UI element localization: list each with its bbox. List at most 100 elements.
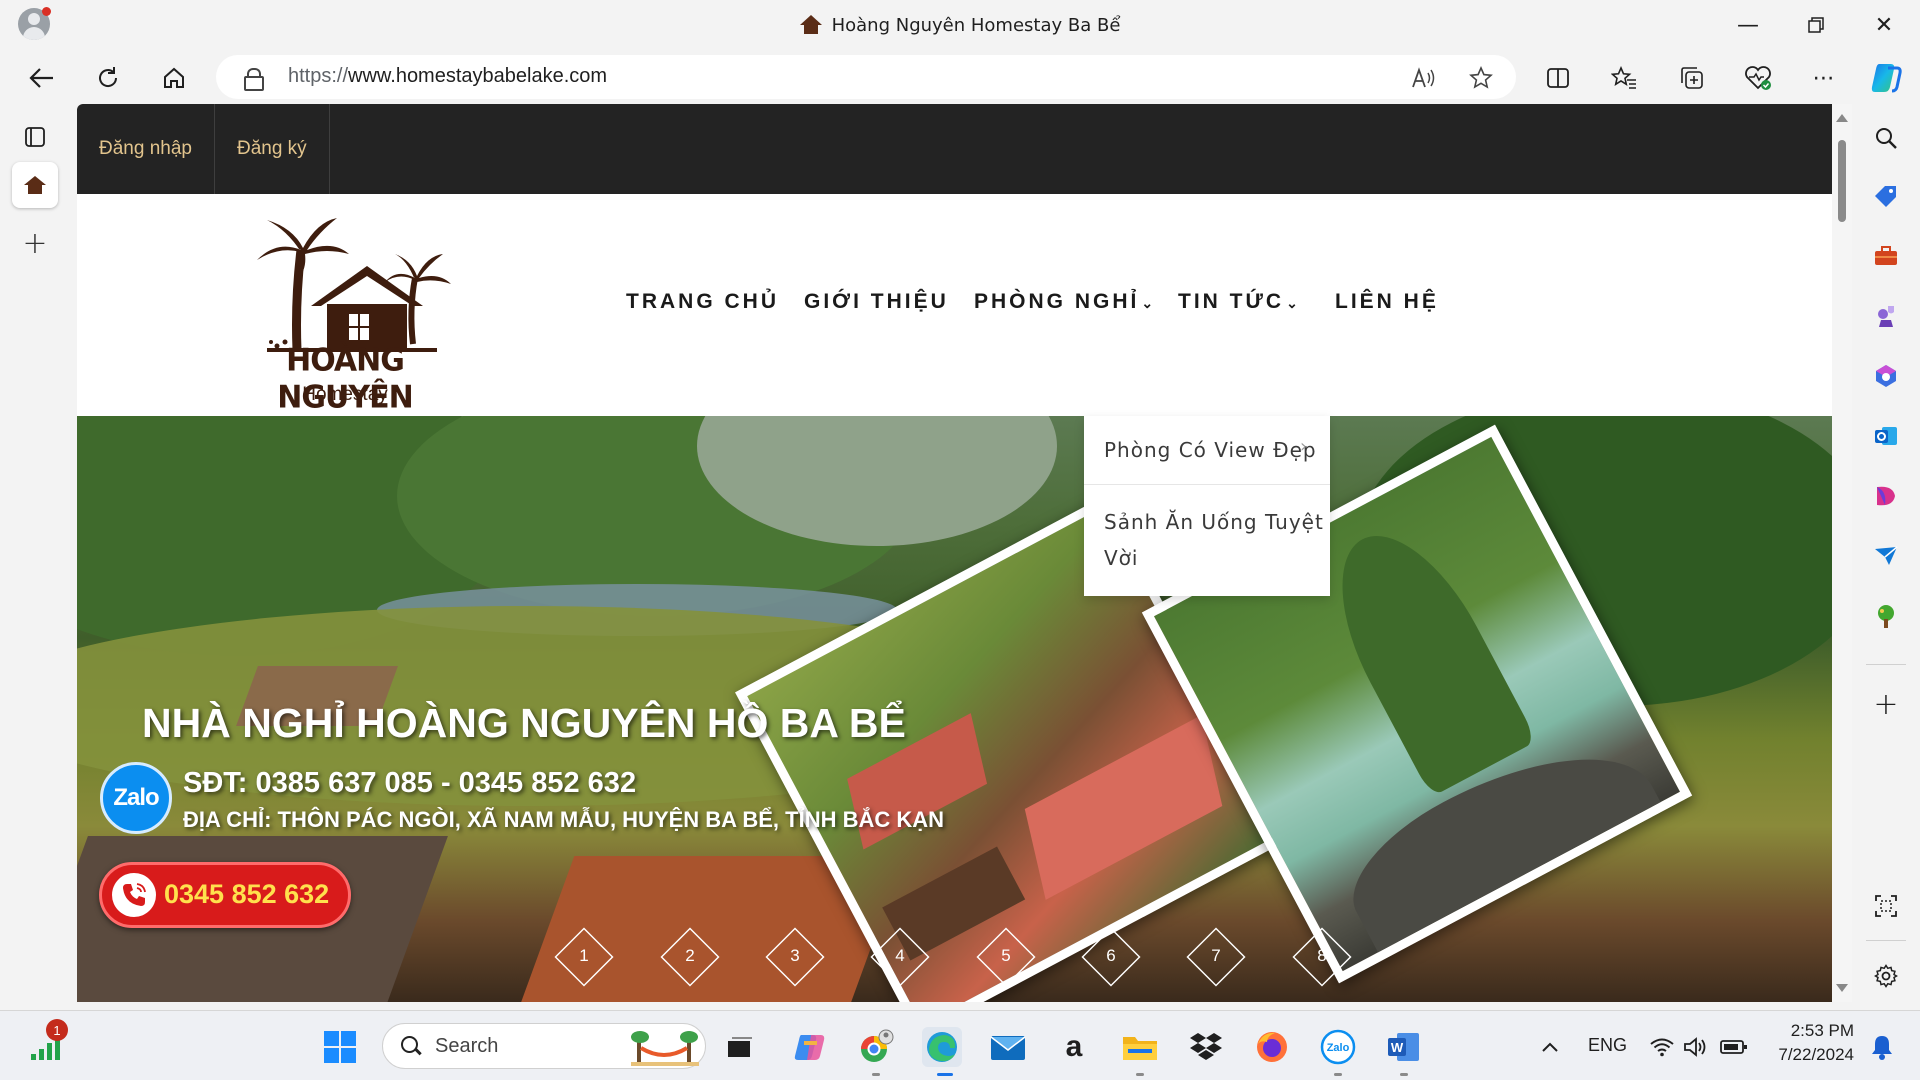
- page-scrollbar[interactable]: [1832, 104, 1852, 1002]
- slider-dot-label: 2: [685, 946, 695, 965]
- hero-address: ĐỊA CHỈ: THÔN PÁC NGÒI, XÃ NAM MẪU, HUYỆ…: [183, 807, 945, 832]
- tab-actions-button[interactable]: [12, 114, 58, 160]
- nav-item-label: PHÒNG NGHỈ: [974, 290, 1140, 313]
- start-button[interactable]: [320, 1027, 360, 1067]
- app-running-indicator: [1400, 1073, 1408, 1076]
- app-running-indicator: [1136, 1073, 1144, 1076]
- sidebar-games-icon[interactable]: [1870, 300, 1902, 332]
- hero-title: NHÀ NGHỈ HOÀNG NGUYÊN HỒ BA BỂ: [142, 700, 906, 746]
- collections-icon: [1681, 67, 1703, 89]
- dropbox-icon[interactable]: [1186, 1027, 1226, 1067]
- sidebar-outlook-icon[interactable]: [1870, 420, 1902, 452]
- sidebar-tools-icon[interactable]: [1870, 240, 1902, 272]
- favorite-star-icon[interactable]: [1464, 61, 1498, 95]
- site-header: HOÀNG NGUYÊN Homestay TRANG CHỦ GIỚI THI…: [77, 194, 1832, 416]
- scrollbar-thumb[interactable]: [1838, 140, 1846, 222]
- home-button[interactable]: [152, 56, 196, 100]
- restore-icon: [1808, 17, 1824, 33]
- dropdown-item-view-rooms[interactable]: Phòng Có View Đẹp: [1104, 432, 1317, 468]
- phone-icon: [112, 873, 156, 917]
- url-text[interactable]: https://www.homestaybabelake.com: [288, 65, 607, 88]
- lock-icon[interactable]: [244, 68, 264, 91]
- back-arrow-icon: [29, 68, 53, 88]
- battery-icon[interactable]: [1714, 1027, 1754, 1067]
- copilot-taskbar-icon[interactable]: [790, 1027, 830, 1067]
- restore-button[interactable]: [1782, 0, 1850, 50]
- slider-dot[interactable]: 3: [765, 927, 825, 987]
- nav-item-home[interactable]: TRANG CHỦ: [626, 290, 779, 314]
- nav-item-label: GIỚI THIỆU: [804, 290, 949, 313]
- word-icon[interactable]: W: [1384, 1027, 1424, 1067]
- amazon-icon[interactable]: a: [1054, 1027, 1094, 1067]
- site-top-bar: Đăng nhập Đăng ký: [77, 104, 1832, 194]
- tab-actions-icon: [25, 127, 45, 147]
- file-explorer-icon[interactable]: [1120, 1027, 1160, 1067]
- chrome-profile-icon[interactable]: [856, 1027, 896, 1067]
- slider-dot[interactable]: 8: [1292, 927, 1352, 987]
- register-link[interactable]: Đăng ký: [215, 104, 330, 194]
- task-view-icon[interactable]: [720, 1027, 760, 1067]
- notification-bell-icon[interactable]: [1862, 1027, 1902, 1067]
- nav-item-news[interactable]: TIN TỨC ⌄: [1178, 290, 1298, 314]
- collections-button[interactable]: [1670, 56, 1714, 100]
- new-tab-button[interactable]: +: [12, 220, 58, 266]
- slider-dot[interactable]: 1: [554, 927, 614, 987]
- sidebar-screenshot-icon[interactable]: [1870, 890, 1902, 922]
- sidebar-send-icon[interactable]: [1870, 540, 1902, 572]
- slider-dot[interactable]: 2: [660, 927, 720, 987]
- nav-item-contact[interactable]: LIÊN HỆ: [1335, 290, 1439, 314]
- nav-item-label: LIÊN HỆ: [1335, 290, 1439, 313]
- edge-taskbar-icon[interactable]: [922, 1027, 962, 1067]
- sidebar-search-icon[interactable]: [1870, 122, 1902, 154]
- slider-dot-label: 3: [790, 946, 800, 965]
- minimize-button[interactable]: —: [1714, 0, 1782, 50]
- read-aloud-icon[interactable]: [1406, 61, 1440, 95]
- nav-item-rooms[interactable]: PHÒNG NGHỈ ⌄: [974, 290, 1153, 314]
- search-label: Search: [435, 1035, 499, 1057]
- copilot-button[interactable]: [1864, 56, 1908, 100]
- svg-text:Zalo: Zalo: [1327, 1042, 1350, 1054]
- slider-dot[interactable]: 7: [1186, 927, 1246, 987]
- slider-dot[interactable]: 6: [1081, 927, 1141, 987]
- slider-dot[interactable]: 5: [976, 927, 1036, 987]
- volume-icon[interactable]: [1676, 1027, 1716, 1067]
- favorites-button[interactable]: [1602, 56, 1646, 100]
- back-button[interactable]: [20, 56, 64, 100]
- dropdown-item-dining-hall[interactable]: Sảnh Ăn Uống Tuyệt Vời: [1104, 504, 1324, 576]
- clock-date[interactable]: 7/22/2024: [1760, 1045, 1854, 1065]
- taskbar-search-box[interactable]: Search: [382, 1023, 706, 1069]
- nav-item-about[interactable]: GIỚI THIỆU: [804, 290, 949, 314]
- zalo-taskbar-icon[interactable]: Zalo: [1318, 1027, 1358, 1067]
- sidebar-copilot-designer-icon[interactable]: [1870, 480, 1902, 512]
- slider-dot[interactable]: 4: [870, 927, 930, 987]
- browser-essentials-button[interactable]: [1736, 56, 1780, 100]
- zalo-chat-button[interactable]: Zalo: [100, 762, 172, 834]
- close-window-button[interactable]: ✕: [1850, 0, 1918, 50]
- tab-homestay[interactable]: [12, 162, 58, 208]
- login-link[interactable]: Đăng nhập: [77, 104, 215, 194]
- chevron-right-icon: ›: [1300, 436, 1308, 457]
- sidebar-settings-gear-icon[interactable]: [1870, 960, 1902, 992]
- mail-icon[interactable]: [988, 1027, 1028, 1067]
- svg-text:W: W: [1391, 1040, 1404, 1055]
- hero-slider[interactable]: NHÀ NGHỈ HOÀNG NGUYÊN HỒ BA BỂ SĐT: 0385…: [77, 416, 1832, 1002]
- firefox-icon[interactable]: [1252, 1027, 1292, 1067]
- sidebar-add-icon[interactable]: +: [1870, 687, 1902, 722]
- clock-time[interactable]: 2:53 PM: [1770, 1021, 1854, 1041]
- windows-taskbar: 1 Search a Zalo W ENG 2:53 PM 7/22/2024: [0, 1010, 1920, 1080]
- page-viewport: Đăng nhập Đăng ký HOÀNG NGUYÊN Homestay …: [77, 104, 1852, 1002]
- refresh-button[interactable]: [86, 56, 130, 100]
- scroll-up-arrow-icon[interactable]: [1836, 114, 1848, 122]
- sidebar-microsoft365-icon[interactable]: [1870, 360, 1902, 392]
- scroll-down-arrow-icon[interactable]: [1836, 984, 1848, 992]
- sidebar-shopping-tag-icon[interactable]: [1870, 180, 1902, 212]
- sidebar-tree-icon[interactable]: [1870, 600, 1902, 632]
- call-now-button[interactable]: 0345 852 632: [99, 862, 351, 928]
- nav-item-label: TRANG CHỦ: [626, 290, 779, 313]
- photo-tree-shape: [1309, 511, 1538, 798]
- more-options-button[interactable]: ⋯: [1802, 56, 1846, 100]
- split-screen-button[interactable]: [1536, 56, 1580, 100]
- address-bar[interactable]: https://www.homestaybabelake.com: [216, 55, 1516, 99]
- show-hidden-icons-chevron-icon[interactable]: [1530, 1027, 1570, 1067]
- language-indicator[interactable]: ENG: [1588, 1035, 1627, 1056]
